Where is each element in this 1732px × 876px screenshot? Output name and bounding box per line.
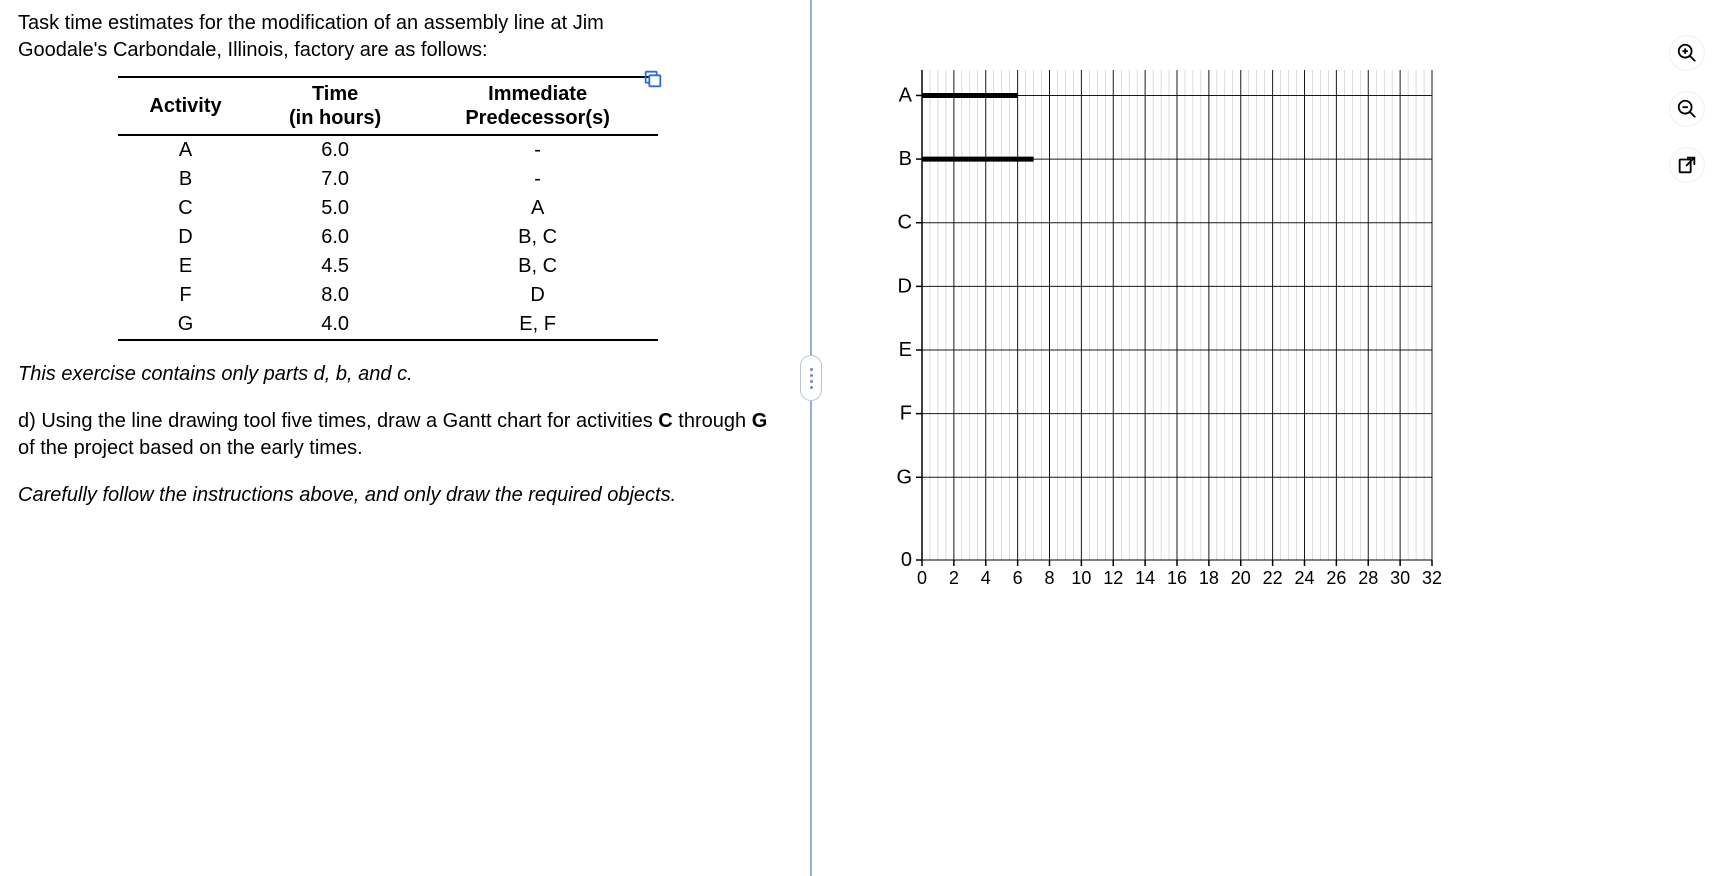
svg-text:F: F xyxy=(900,403,912,425)
table-cell: E xyxy=(118,252,253,281)
svg-text:10: 10 xyxy=(1071,568,1091,588)
table-popout-icon[interactable] xyxy=(642,68,664,90)
table-cell: 8.0 xyxy=(253,281,417,310)
chart-pane: ABCDEFG002468101214161820222426283032 xyxy=(812,0,1732,876)
table-row: G4.0E, F xyxy=(118,310,658,340)
svg-text:18: 18 xyxy=(1199,568,1219,588)
zoom-out-button[interactable] xyxy=(1670,92,1704,126)
table-cell: G xyxy=(118,310,253,340)
svg-text:24: 24 xyxy=(1294,568,1314,588)
table-row: A6.0- xyxy=(118,135,658,165)
question-pane: Task time estimates for the modification… xyxy=(0,0,810,876)
svg-text:G: G xyxy=(896,466,912,488)
svg-text:4: 4 xyxy=(981,568,991,588)
data-table-wrap: Activity Time (in hours) Immediate Prede… xyxy=(118,76,658,341)
table-cell: 5.0 xyxy=(253,194,417,223)
svg-text:14: 14 xyxy=(1135,568,1155,588)
table-cell: B, C xyxy=(417,252,658,281)
svg-text:0: 0 xyxy=(901,549,912,571)
table-cell: - xyxy=(417,165,658,194)
svg-text:26: 26 xyxy=(1326,568,1346,588)
table-cell: A xyxy=(417,194,658,223)
table-cell: E, F xyxy=(417,310,658,340)
svg-text:0: 0 xyxy=(917,568,927,588)
table-cell: B, C xyxy=(417,223,658,252)
question-d: d) Using the line drawing tool five time… xyxy=(18,408,778,462)
table-cell: B xyxy=(118,165,253,194)
table-cell: 6.0 xyxy=(253,135,417,165)
zoom-out-icon xyxy=(1676,98,1698,120)
svg-text:20: 20 xyxy=(1231,568,1251,588)
caution-text: Carefully follow the instructions above,… xyxy=(18,482,778,509)
svg-text:6: 6 xyxy=(1013,568,1023,588)
table-row: D6.0B, C xyxy=(118,223,658,252)
table-cell: - xyxy=(417,135,658,165)
svg-text:30: 30 xyxy=(1390,568,1410,588)
col-time: Time (in hours) xyxy=(253,77,417,135)
svg-text:E: E xyxy=(899,339,912,361)
open-new-window-button[interactable] xyxy=(1670,148,1704,182)
chart-tools xyxy=(1670,36,1704,182)
svg-text:C: C xyxy=(898,212,912,234)
col-predecessors: Immediate Predecessor(s) xyxy=(417,77,658,135)
svg-text:A: A xyxy=(899,84,913,106)
svg-text:12: 12 xyxy=(1103,568,1123,588)
svg-text:28: 28 xyxy=(1358,568,1378,588)
svg-text:16: 16 xyxy=(1167,568,1187,588)
gantt-chart[interactable]: ABCDEFG002468101214161820222426283032 xyxy=(882,60,1442,600)
svg-text:22: 22 xyxy=(1263,568,1283,588)
svg-text:B: B xyxy=(899,148,912,170)
intro-text: Task time estimates for the modification… xyxy=(18,10,678,64)
table-cell: F xyxy=(118,281,253,310)
col-activity: Activity xyxy=(118,77,253,135)
open-in-new-icon xyxy=(1676,154,1698,176)
zoom-in-icon xyxy=(1676,42,1698,64)
svg-text:32: 32 xyxy=(1422,568,1442,588)
svg-text:D: D xyxy=(898,275,912,297)
table-cell: D xyxy=(118,223,253,252)
table-cell: 4.0 xyxy=(253,310,417,340)
table-cell: 6.0 xyxy=(253,223,417,252)
svg-text:8: 8 xyxy=(1044,568,1054,588)
exercise-note: This exercise contains only parts d, b, … xyxy=(18,361,778,388)
activity-table: Activity Time (in hours) Immediate Prede… xyxy=(118,76,658,341)
table-row: B7.0- xyxy=(118,165,658,194)
table-row: F8.0D xyxy=(118,281,658,310)
table-row: C5.0A xyxy=(118,194,658,223)
table-cell: A xyxy=(118,135,253,165)
table-cell: D xyxy=(417,281,658,310)
svg-text:2: 2 xyxy=(949,568,959,588)
table-cell: 7.0 xyxy=(253,165,417,194)
table-cell: 4.5 xyxy=(253,252,417,281)
zoom-in-button[interactable] xyxy=(1670,36,1704,70)
table-row: E4.5B, C xyxy=(118,252,658,281)
table-cell: C xyxy=(118,194,253,223)
